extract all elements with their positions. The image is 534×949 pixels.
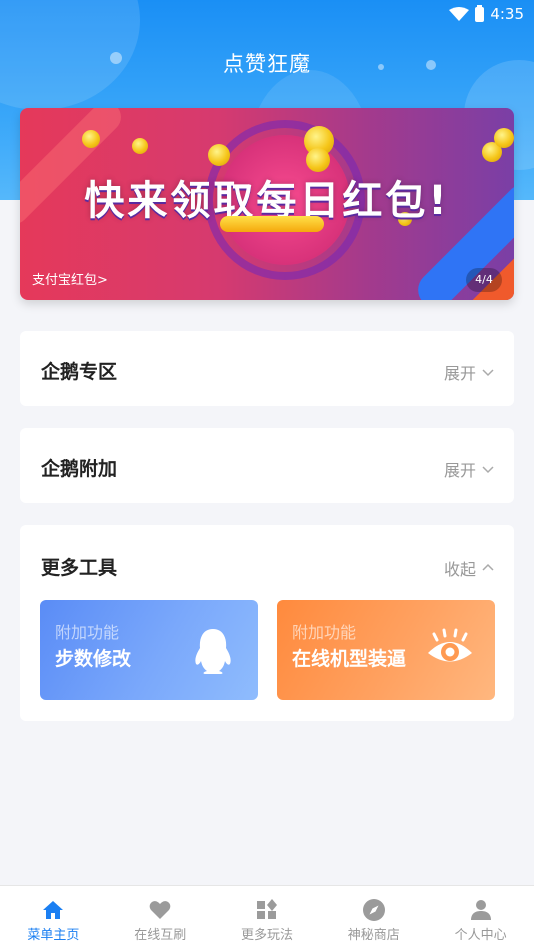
person-icon bbox=[470, 900, 491, 920]
battery-icon bbox=[475, 4, 485, 22]
compass-icon bbox=[362, 899, 385, 921]
home-icon bbox=[43, 901, 64, 919]
section-more-tools: 更多工具 收起 附加功能 步数修改 附加功能 在线机型装逼 bbox=[20, 525, 514, 721]
expand-toggle[interactable]: 展开 bbox=[444, 457, 494, 481]
status-time: 4:35 bbox=[490, 5, 524, 23]
section-title: 企鹅附加 bbox=[41, 458, 118, 480]
chevron-up-icon bbox=[482, 563, 494, 571]
section-title: 更多工具 bbox=[41, 557, 118, 579]
toggle-label: 收起 bbox=[443, 560, 476, 579]
section-penguin-addon: 企鹅附加 展开 bbox=[20, 428, 514, 503]
tool-label: 在线机型装逼 bbox=[292, 648, 407, 670]
chevron-down-icon bbox=[482, 466, 494, 474]
section-title: 企鹅专区 bbox=[41, 361, 118, 383]
chevron-down-icon bbox=[482, 369, 494, 377]
tab-label: 个人中心 bbox=[454, 928, 507, 943]
tab-mystery-shop[interactable]: 神秘商店 bbox=[320, 886, 427, 949]
tab-home[interactable]: 菜单主页 bbox=[0, 886, 107, 949]
page-title: 点赞狂魔 bbox=[223, 52, 311, 76]
widgets-icon bbox=[256, 899, 277, 919]
tab-label: 更多玩法 bbox=[240, 928, 293, 943]
tool-step-modify[interactable]: 附加功能 步数修改 bbox=[40, 600, 258, 700]
toggle-label: 展开 bbox=[443, 364, 476, 383]
tool-device-model[interactable]: 附加功能 在线机型装逼 bbox=[277, 600, 495, 700]
banner-bar bbox=[220, 216, 324, 232]
tool-subtitle: 附加功能 bbox=[292, 623, 357, 642]
banner-caption-link[interactable]: 支付宝红包> bbox=[32, 269, 108, 288]
tool-label: 步数修改 bbox=[55, 648, 132, 670]
penguin-icon bbox=[195, 629, 231, 674]
tab-more-play[interactable]: 更多玩法 bbox=[214, 886, 321, 949]
eye-icon bbox=[428, 628, 472, 662]
tab-label: 菜单主页 bbox=[27, 928, 80, 943]
banner-carousel[interactable]: 快来领取每日红包! 支付宝红包> 4/4 bbox=[20, 108, 514, 300]
banner-page-indicator: 4/4 bbox=[466, 268, 502, 292]
bottom-tab-bar: 菜单主页 在线互刷 更多玩法 神秘商店 个人中心 bbox=[0, 885, 534, 949]
tab-label: 在线互刷 bbox=[134, 928, 187, 943]
tool-subtitle: 附加功能 bbox=[55, 623, 120, 642]
status-bar: 4:35 bbox=[0, 0, 534, 30]
expand-toggle[interactable]: 展开 bbox=[444, 360, 494, 384]
wifi-icon bbox=[449, 7, 470, 21]
toggle-label: 展开 bbox=[443, 461, 476, 480]
tab-mutual-brush[interactable]: 在线互刷 bbox=[107, 886, 214, 949]
heart-icon bbox=[149, 901, 171, 919]
tab-profile[interactable]: 个人中心 bbox=[427, 886, 534, 949]
tab-label: 神秘商店 bbox=[347, 928, 400, 943]
section-penguin-zone: 企鹅专区 展开 bbox=[20, 331, 514, 406]
collapse-toggle[interactable]: 收起 bbox=[444, 556, 494, 580]
